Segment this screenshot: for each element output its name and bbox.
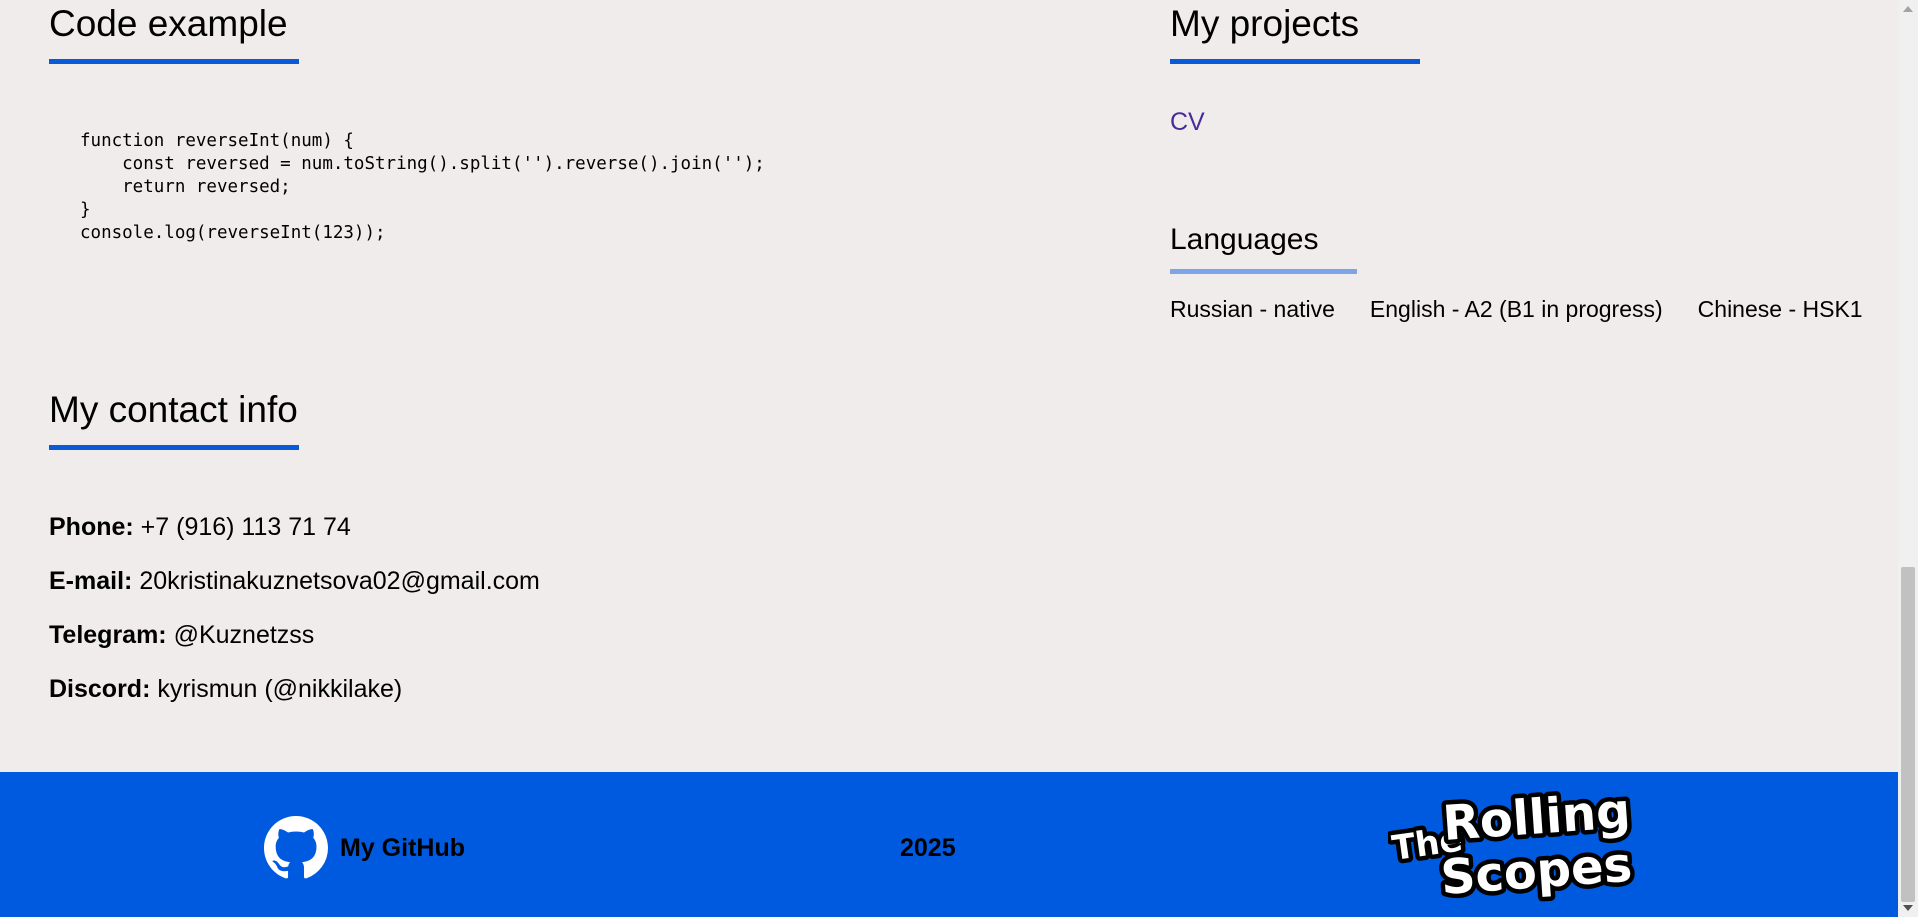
github-link[interactable]: My GitHub bbox=[264, 816, 465, 880]
code-block: function reverseInt(num) { const reverse… bbox=[80, 131, 765, 243]
contact-label: Phone: bbox=[49, 513, 134, 541]
contact-label: Discord: bbox=[49, 675, 151, 703]
contact-discord: Discord: kyrismun (@nikkilake) bbox=[49, 674, 402, 704]
scrollbar-thumb[interactable] bbox=[1901, 567, 1915, 902]
contact-section-title: My contact info bbox=[49, 389, 298, 430]
code-section-underline bbox=[49, 59, 299, 64]
scroll-down-arrow-icon[interactable] bbox=[1903, 905, 1913, 911]
github-link-label: My GitHub bbox=[340, 833, 465, 862]
rolling-scopes-logo[interactable]: The Rolling Scopes bbox=[1388, 784, 1638, 908]
logo-word-scopes: Scopes bbox=[1439, 837, 1634, 906]
contact-value: @Kuznetzss bbox=[173, 621, 315, 649]
footer: My GitHub 2025 The Rolling Scopes bbox=[0, 772, 1898, 917]
footer-year: 2025 bbox=[900, 834, 956, 862]
languages-section-underline bbox=[1170, 269, 1357, 274]
language-item: Russian - native bbox=[1170, 296, 1335, 322]
language-item: Chinese - HSK1 bbox=[1697, 296, 1863, 322]
projects-list: CV bbox=[1170, 108, 1205, 137]
contact-value: 20kristinakuznetsova02@gmail.com bbox=[139, 567, 540, 595]
github-icon bbox=[264, 816, 328, 879]
contact-phone: Phone: +7 (916) 113 71 74 bbox=[49, 512, 351, 542]
contact-email: E-mail: 20kristinakuznetsova02@gmail.com bbox=[49, 566, 540, 596]
languages-list: Russian - native English - A2 (B1 in pro… bbox=[1170, 296, 1863, 323]
code-section-title: Code example bbox=[49, 3, 288, 44]
projects-section-title: My projects bbox=[1170, 3, 1360, 44]
project-link-cv[interactable]: CV bbox=[1170, 108, 1205, 136]
contact-telegram: Telegram: @Kuznetzss bbox=[49, 620, 314, 650]
scroll-up-arrow-icon[interactable] bbox=[1903, 6, 1913, 12]
languages-section-title: Languages bbox=[1170, 223, 1319, 256]
scrollbar[interactable] bbox=[1898, 0, 1918, 917]
contact-section-underline bbox=[49, 445, 299, 450]
projects-section-underline bbox=[1170, 59, 1420, 64]
language-item: English - A2 (B1 in progress) bbox=[1369, 296, 1663, 322]
contact-value: kyrismun (@nikkilake) bbox=[157, 675, 403, 703]
contact-label: E-mail: bbox=[49, 567, 133, 595]
contact-label: Telegram: bbox=[49, 621, 167, 649]
contact-value: +7 (916) 113 71 74 bbox=[140, 513, 351, 541]
